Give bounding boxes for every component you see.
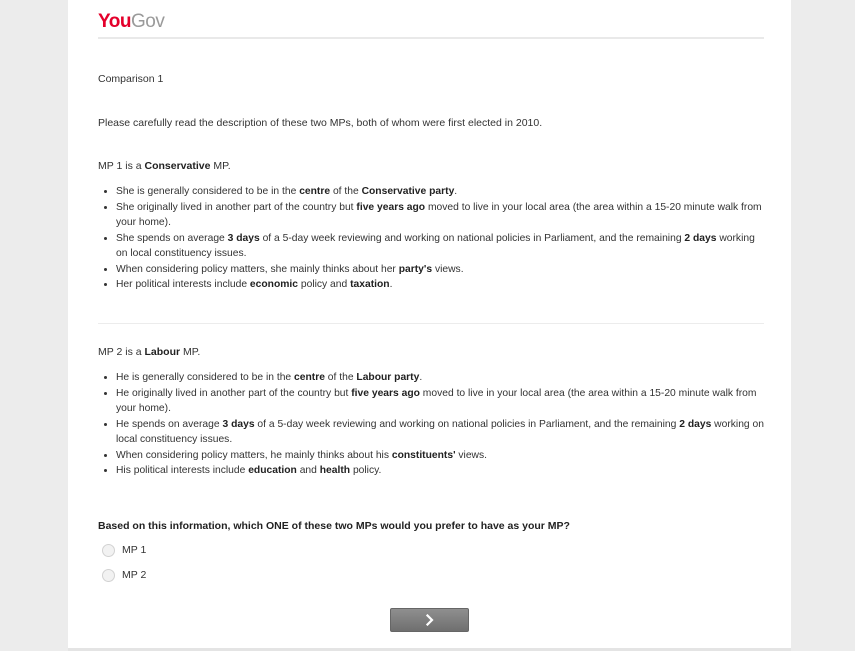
header-divider [98, 37, 764, 39]
option-mp2-label: MP 2 [122, 569, 147, 581]
mp2-bullet: He is generally considered to be in the … [116, 370, 764, 386]
mp1-radio-button[interactable] [102, 543, 115, 557]
mp2-bullet: His political interests include educatio… [116, 463, 764, 479]
mp2-bullet: When considering policy matters, he main… [116, 448, 764, 464]
emphasis-text: five years ago [356, 201, 426, 213]
mp2-bullet: He originally lived in another part of t… [116, 386, 764, 417]
emphasis-text: Conservative party [361, 186, 455, 197]
mp1-bullet: She originally lived in another part of … [116, 200, 764, 231]
emphasis-text: education [248, 465, 297, 476]
option-mp1[interactable]: MP 1 [102, 542, 146, 558]
emphasis-text: party's [398, 263, 433, 275]
intro-text: Please carefully read the description of… [98, 117, 543, 129]
section-divider [98, 323, 764, 324]
emphasis-text: 2 days [679, 418, 712, 430]
mp1-bullet: She spends on average 3 days of a 5-day … [116, 231, 764, 262]
next-button[interactable] [390, 608, 469, 632]
emphasis-text: five years ago [351, 387, 420, 399]
question-text: Based on this information, which ONE of … [98, 520, 570, 532]
emphasis-text: 3 days [227, 232, 260, 244]
chevron-right-icon [425, 614, 434, 626]
mp2-description-list: He is generally considered to be in the … [98, 370, 764, 479]
emphasis-text: Labour party [356, 372, 420, 383]
mp1-heading: MP 1 is a Conservative MP. [98, 160, 231, 172]
mp1-bullet: Her political interests include economic… [116, 277, 764, 293]
comparison-title: Comparison 1 [98, 73, 164, 85]
mp2-radio-button[interactable] [102, 568, 115, 582]
logo-gov: Gov [130, 11, 165, 32]
mp2-bullet: He spends on average 3 days of a 5-day w… [116, 417, 764, 448]
emphasis-text: health [319, 465, 351, 476]
emphasis-text: 2 days [684, 232, 717, 244]
survey-page: YouGov Comparison 1 Please carefully rea… [68, 0, 791, 651]
option-mp2[interactable]: MP 2 [102, 567, 146, 583]
emphasis-text: centre [294, 372, 325, 383]
emphasis-text: centre [299, 186, 331, 197]
yougov-logo: YouGov [98, 10, 165, 34]
emphasis-text: taxation [350, 279, 390, 290]
emphasis-text: constituents' [391, 449, 456, 461]
emphasis-text: Conservative [144, 160, 211, 172]
mp1-description-list: She is generally considered to be in the… [98, 184, 764, 293]
option-mp1-label: MP 1 [122, 544, 147, 556]
logo-you: You [98, 11, 131, 32]
mp1-bullet: She is generally considered to be in the… [116, 184, 764, 200]
emphasis-text: economic [249, 279, 298, 290]
mp1-bullet: When considering policy matters, she mai… [116, 262, 764, 278]
mp2-heading: MP 2 is a Labour MP. [98, 346, 201, 358]
emphasis-text: 3 days [222, 418, 255, 430]
emphasis-text: Labour [144, 346, 181, 358]
